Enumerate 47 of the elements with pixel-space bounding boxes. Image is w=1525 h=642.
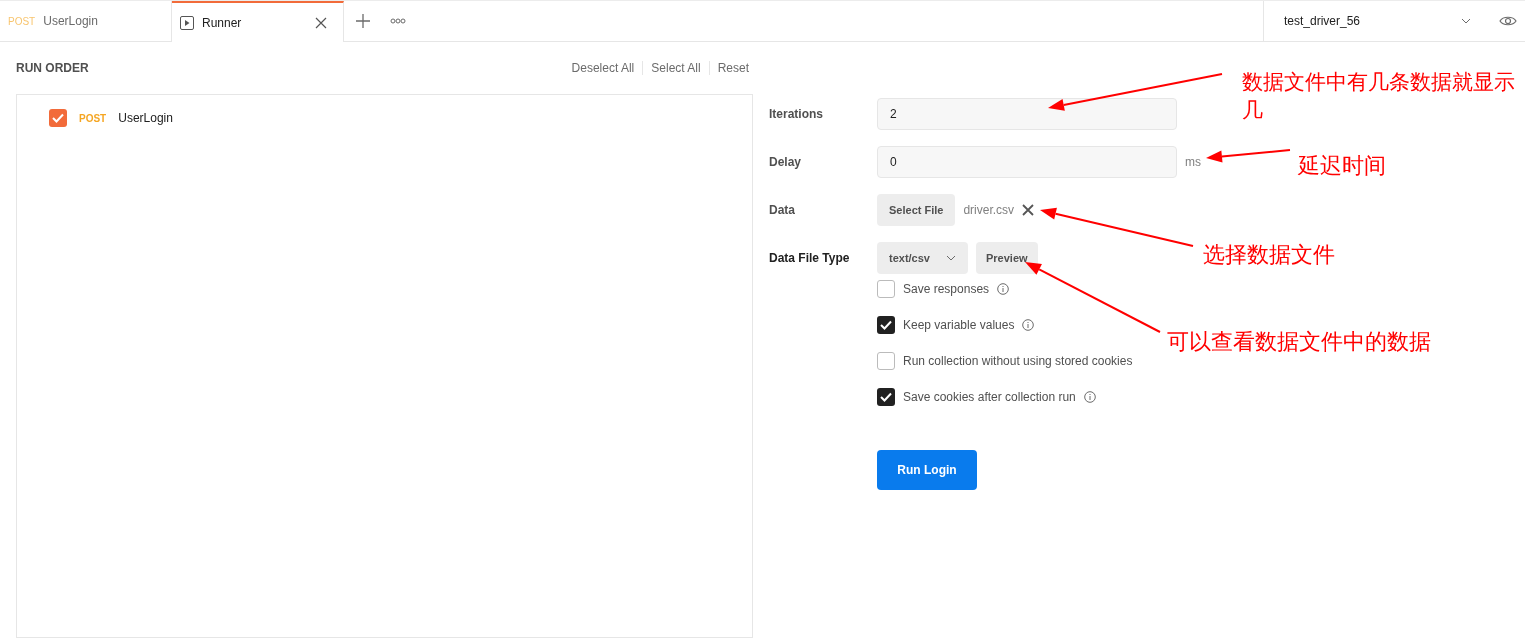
annotation-text: 选择数据文件 — [1203, 241, 1335, 269]
environment-dropdown[interactable]: test_driver_56 — [1263, 1, 1491, 41]
method-label: POST — [79, 111, 107, 126]
info-icon[interactable] — [1022, 319, 1035, 331]
close-icon[interactable] — [315, 16, 327, 29]
close-icon[interactable] — [1022, 204, 1035, 216]
info-icon[interactable] — [997, 283, 1010, 295]
option-label: Run collection without using stored cookies — [903, 353, 1133, 370]
tab-label: Runner — [202, 14, 243, 32]
field-label: Iterations — [769, 106, 824, 123]
checkbox[interactable] — [877, 352, 895, 370]
checkbox[interactable] — [49, 109, 67, 127]
action-link[interactable]: Select All — [651, 59, 701, 77]
more-icon[interactable] — [390, 18, 406, 24]
option-label: Save responses — [903, 281, 990, 298]
section-title: RUN ORDER — [16, 60, 89, 77]
file-name: driver.csv — [963, 202, 1015, 219]
annotation-text: 延迟时间 — [1298, 152, 1386, 180]
field-label: Data File Type — [769, 250, 851, 267]
preview-button[interactable]: Preview — [976, 242, 1038, 274]
select-file-button[interactable]: Select File — [877, 194, 956, 226]
chevron-down-icon — [946, 255, 956, 261]
delay-input[interactable]: 0 — [877, 146, 1177, 178]
checkbox[interactable] — [877, 316, 895, 334]
option-label: Save cookies after collection run — [903, 389, 1076, 406]
annotation-text: 可以查看数据文件中的数据 — [1167, 328, 1431, 356]
file-type-dropdown[interactable]: text/csv — [877, 242, 968, 274]
checkbox[interactable] — [877, 388, 895, 406]
tab-label: UserLogin — [43, 13, 98, 30]
chevron-down-icon — [1461, 18, 1471, 24]
info-icon[interactable] — [1083, 391, 1096, 403]
eye-icon[interactable] — [1499, 15, 1517, 27]
method-label: POST — [8, 14, 36, 29]
action-link[interactable]: Reset — [717, 59, 749, 77]
request-name: UserLogin — [118, 110, 173, 127]
option-label: Keep variable values — [903, 317, 1015, 334]
checkbox[interactable] — [877, 280, 895, 298]
run-button[interactable]: Run Login — [877, 450, 977, 490]
plus-icon[interactable] — [356, 14, 370, 28]
action-link[interactable]: Deselect All — [571, 59, 635, 77]
unit-label: ms — [1185, 154, 1201, 171]
field-label: Data — [769, 202, 796, 219]
field-label: Delay — [769, 154, 803, 171]
iterations-input[interactable]: 2 — [877, 98, 1177, 130]
annotation-text: 数据文件中有几条数据就显示几 — [1242, 69, 1516, 124]
play-icon — [180, 15, 194, 30]
tab[interactable]: Runner — [172, 1, 344, 42]
